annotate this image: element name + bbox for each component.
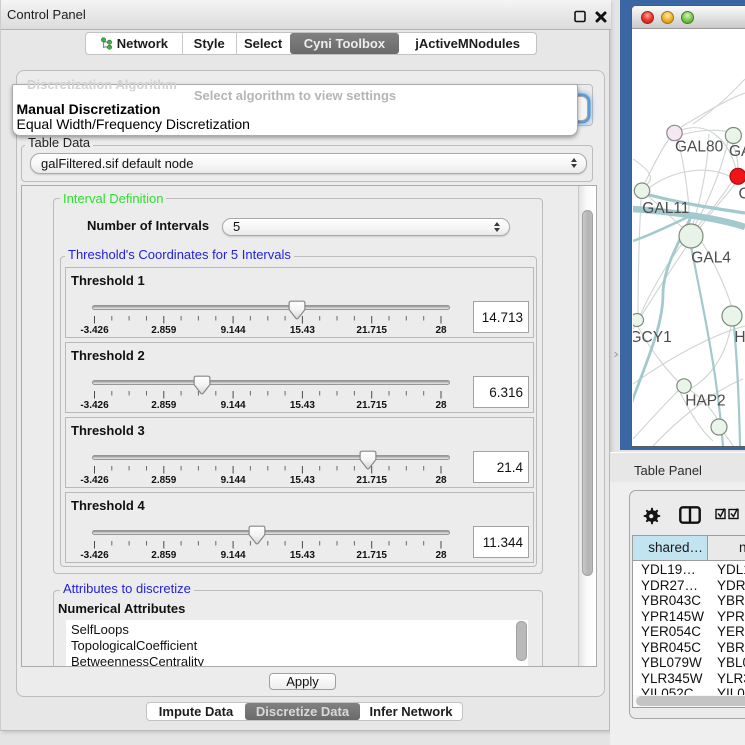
svg-text:HAP2: HAP2 [685, 393, 726, 410]
svg-text:GAL4: GAL4 [691, 250, 731, 267]
svg-text:GAL11: GAL11 [642, 200, 689, 217]
svg-text:H: H [734, 329, 745, 346]
svg-text:GCY1: GCY1 [633, 329, 672, 346]
svg-text:GAL80: GAL80 [675, 139, 724, 156]
svg-text:GA: GA [729, 143, 745, 160]
svg-text:C: C [738, 186, 745, 203]
